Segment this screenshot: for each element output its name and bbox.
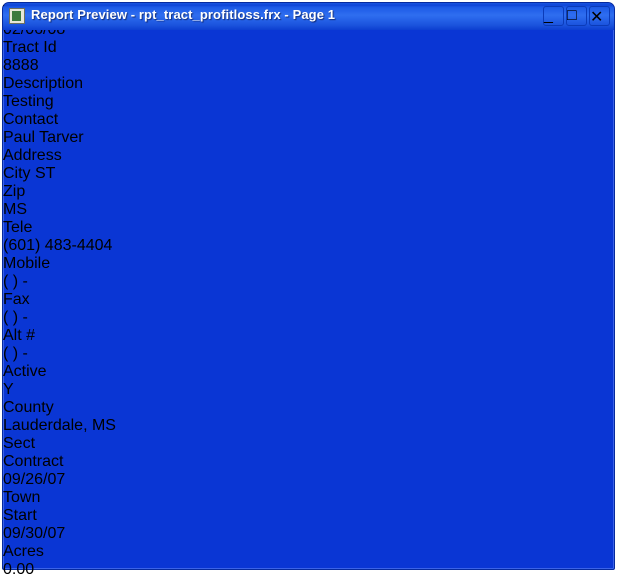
start-value: 09/30/07 — [3, 525, 66, 542]
alt-label: Alt # — [3, 327, 36, 344]
acres-value: 0.00 — [3, 561, 35, 574]
window-client-area: Tract Profit/Loss 02/06/08 Tract Id 8888… — [3, 3, 614, 574]
report-page: Tract Profit/Loss 02/06/08 Tract Id 8888… — [3, 3, 614, 574]
preview-document-area[interactable]: Tract Profit/Loss 02/06/08 Tract Id 8888… — [3, 3, 614, 574]
minimize-button[interactable]: _ — [543, 6, 564, 26]
contact-value: Paul Tarver — [3, 129, 84, 146]
contract-label: Contract — [3, 453, 64, 470]
alt-value: ( ) - — [3, 345, 28, 362]
city-st-zip-label: City ST Zip — [3, 165, 56, 200]
window-title: Report Preview - rpt_tract_profitloss.fr… — [31, 7, 336, 22]
town-label: Town — [3, 489, 41, 506]
screenshot-root: Report Preview - rpt_tract_profitloss.fr… — [0, 0, 619, 574]
window-controls: _ □ ✕ — [543, 6, 610, 26]
close-icon: ✕ — [590, 9, 604, 26]
report-document-icon — [9, 8, 25, 24]
tract-id-value: 8888 — [3, 57, 39, 74]
mobile-value: ( ) - — [3, 273, 28, 290]
minimize-icon: _ — [544, 7, 553, 24]
county-label: County — [3, 399, 54, 416]
description-value: Testing — [3, 93, 54, 110]
contract-value: 09/26/07 — [3, 471, 66, 488]
description-label: Description — [3, 75, 84, 92]
city-st-zip-value: MS — [3, 201, 27, 218]
sect-label: Sect — [3, 435, 36, 452]
tract-id-label: Tract Id — [3, 39, 57, 56]
contact-label: Contact — [3, 111, 59, 128]
maximize-button[interactable]: □ — [566, 6, 587, 26]
start-label: Start — [3, 507, 37, 524]
tele-value: (601) 483-4404 — [3, 237, 113, 254]
mobile-label: Mobile — [3, 255, 51, 272]
close-button[interactable]: ✕ — [589, 6, 610, 26]
report-content: Tract Profit/Loss 02/06/08 Tract Id 8888… — [3, 3, 614, 574]
maximize-icon: □ — [567, 7, 577, 24]
window-title-bar[interactable]: Report Preview - rpt_tract_profitloss.fr… — [3, 3, 614, 30]
active-value: Y — [3, 381, 14, 398]
county-value: Lauderdale, MS — [3, 417, 116, 434]
acres-label: Acres — [3, 543, 44, 560]
fax-label: Fax — [3, 291, 30, 308]
tele-label: Tele — [3, 219, 33, 236]
fax-value: ( ) - — [3, 309, 28, 326]
address-label: Address — [3, 147, 62, 164]
active-label: Active — [3, 363, 47, 380]
report-preview-window: Report Preview - rpt_tract_profitloss.fr… — [2, 2, 615, 574]
